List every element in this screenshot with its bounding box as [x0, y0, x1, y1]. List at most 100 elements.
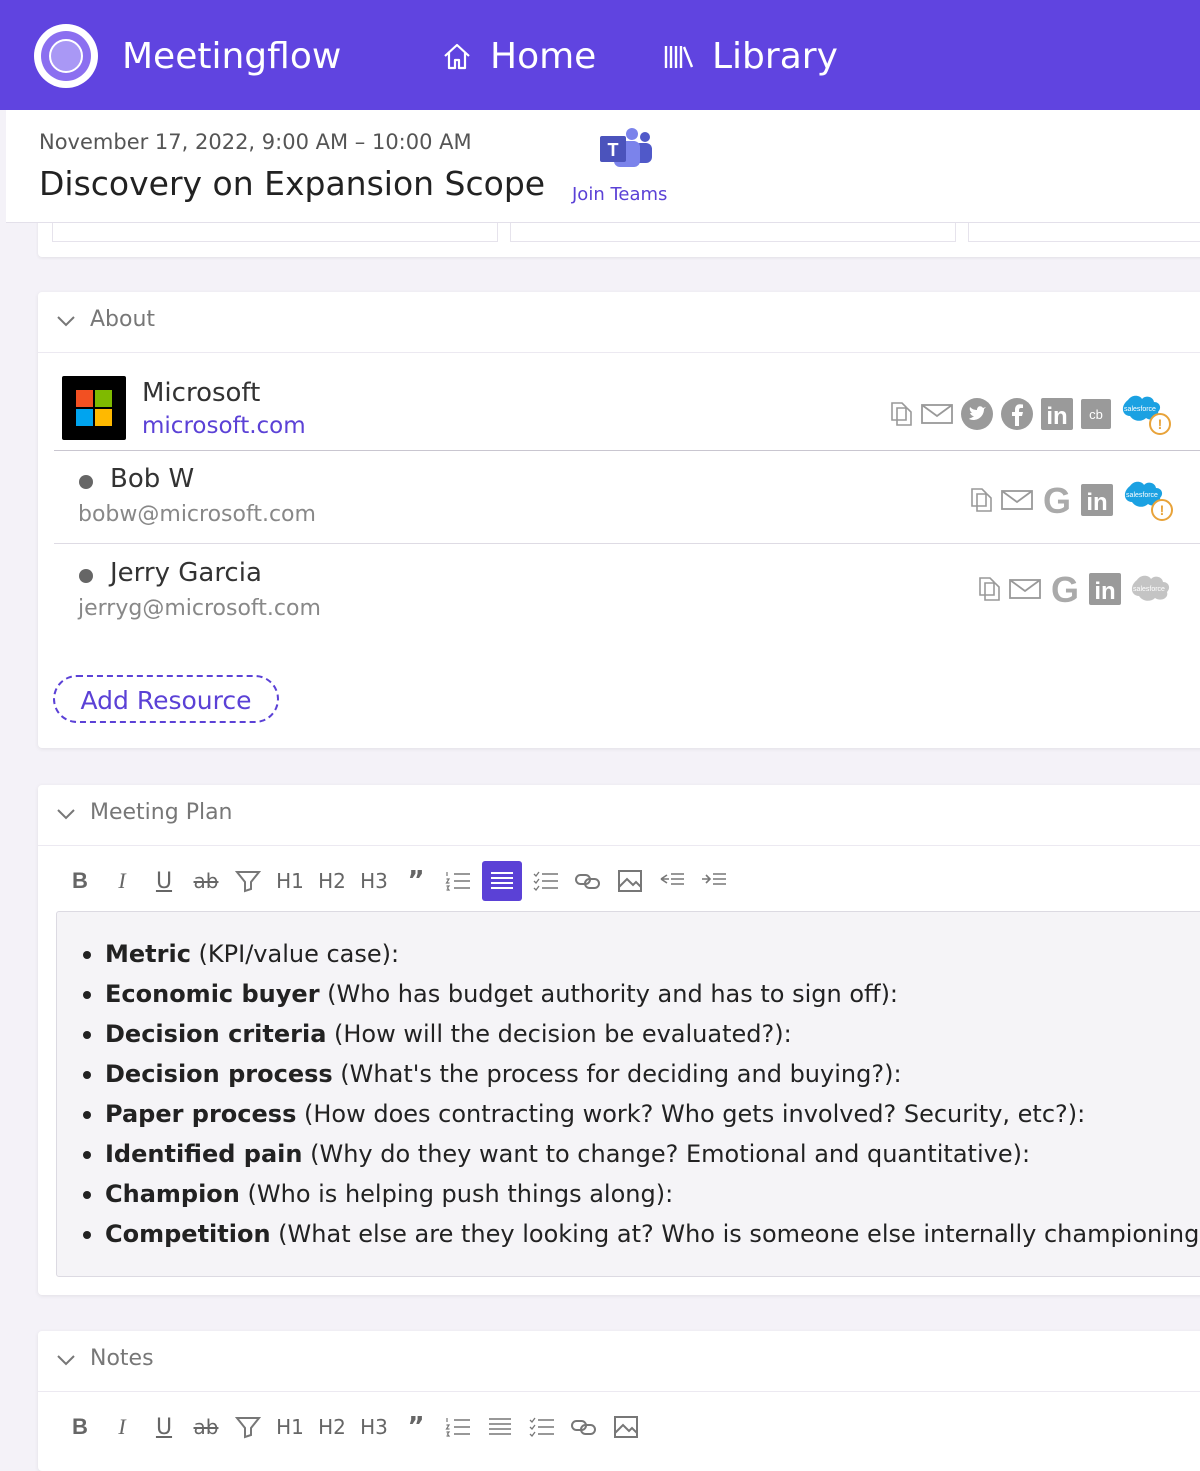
- company-domain-link[interactable]: microsoft.com: [142, 413, 306, 439]
- email-icon[interactable]: [1000, 488, 1034, 512]
- chevron-down-icon[interactable]: [56, 314, 76, 328]
- company-name: Microsoft: [142, 378, 261, 408]
- google-icon[interactable]: G: [1040, 483, 1074, 517]
- underline-button[interactable]: U: [146, 1407, 182, 1447]
- meeting-plan-header[interactable]: Meeting Plan: [38, 785, 1200, 846]
- nav-home-link[interactable]: Home: [440, 32, 596, 82]
- highlight-button[interactable]: [230, 861, 266, 901]
- list-item-desc: (Who is helping push things along):: [239, 1180, 674, 1208]
- bold-button[interactable]: B: [62, 861, 98, 901]
- chevron-down-icon[interactable]: [56, 807, 76, 821]
- status-dot: [79, 569, 93, 583]
- linkedin-icon[interactable]: in: [1088, 572, 1122, 606]
- numbered-list-icon: [445, 872, 470, 891]
- image-icon: [614, 1416, 638, 1438]
- salesforce-warning-icon[interactable]: salesforce!: [1118, 392, 1174, 436]
- email-icon[interactable]: [920, 402, 954, 426]
- list-item: Economic buyer (Who has budget authority…: [83, 974, 1200, 1014]
- facebook-icon[interactable]: [1000, 397, 1034, 431]
- copy-icon[interactable]: [888, 400, 914, 428]
- blockquote-button[interactable]: ”: [398, 1407, 434, 1447]
- svg-text:!: !: [1160, 502, 1165, 518]
- list-item-term: Competition: [105, 1220, 271, 1248]
- teams-icon[interactable]: T: [596, 126, 656, 170]
- list-item-term: Identified pain: [105, 1140, 303, 1168]
- image-button[interactable]: [608, 1407, 644, 1447]
- italic-button[interactable]: I: [104, 1407, 140, 1447]
- link-button[interactable]: [566, 1407, 602, 1447]
- numbered-list-button[interactable]: [440, 1407, 476, 1447]
- meetingflow-logo-icon[interactable]: [34, 24, 98, 88]
- heading3-button[interactable]: H3: [356, 861, 392, 901]
- link-button[interactable]: [570, 861, 606, 901]
- person-icon-row: G in salesforce: [976, 572, 1180, 606]
- company-icon-row: in cb salesforce!: [888, 392, 1180, 436]
- linkedin-icon[interactable]: in: [1080, 483, 1114, 517]
- image-button[interactable]: [612, 861, 648, 901]
- meeting-plan-editor[interactable]: Metric (KPI/value case): Economic buyer …: [56, 911, 1200, 1277]
- email-icon[interactable]: [1008, 577, 1042, 601]
- add-resource-button[interactable]: Add Resource: [53, 675, 279, 723]
- list-item-desc: (Who has budget authority and has to sig…: [319, 980, 899, 1008]
- crunchbase-icon[interactable]: cb: [1080, 398, 1112, 430]
- about-header[interactable]: About: [38, 292, 1200, 353]
- notes-header[interactable]: Notes: [38, 1331, 1200, 1392]
- bullet-list-icon: [489, 1418, 511, 1435]
- heading2-button[interactable]: H2: [314, 1407, 350, 1447]
- list-item-term: Decision criteria: [105, 1020, 327, 1048]
- heading2-button[interactable]: H2: [314, 861, 350, 901]
- meeting-plan-card: Meeting Plan B I U ab H1 H2 H3 ” Metric …: [38, 785, 1200, 1295]
- svg-text:salesforce: salesforce: [1126, 492, 1158, 499]
- microsoft-logo-icon: [62, 376, 126, 440]
- copy-icon[interactable]: [976, 575, 1002, 603]
- twitter-icon[interactable]: [960, 397, 994, 431]
- svg-text:G: G: [1051, 572, 1079, 606]
- about-title: About: [90, 307, 156, 332]
- editor-toolbar: B I U ab H1 H2 H3 ”: [62, 861, 738, 901]
- highlight-button[interactable]: [230, 1407, 266, 1447]
- app-name[interactable]: Meetingflow: [122, 32, 341, 82]
- google-icon[interactable]: G: [1048, 572, 1082, 606]
- outdent-button[interactable]: [654, 861, 690, 901]
- italic-button[interactable]: I: [104, 861, 140, 901]
- salesforce-warning-icon[interactable]: salesforce!: [1120, 478, 1176, 522]
- nav-library-link[interactable]: Library: [662, 32, 838, 82]
- list-item-desc: (Why do they want to change? Emotional a…: [302, 1140, 1031, 1168]
- linkedin-icon[interactable]: in: [1040, 397, 1074, 431]
- bullet-list-button[interactable]: [482, 861, 522, 901]
- strikethrough-button[interactable]: ab: [188, 861, 224, 901]
- heading1-button[interactable]: H1: [272, 861, 308, 901]
- join-teams-link[interactable]: Join Teams: [572, 184, 667, 205]
- list-item: Decision criteria (How will the decision…: [83, 1014, 1200, 1054]
- blockquote-button[interactable]: ”: [398, 861, 434, 901]
- person-email: jerryg@microsoft.com: [78, 596, 321, 621]
- list-item: Decision process (What's the process for…: [83, 1054, 1200, 1094]
- copy-icon[interactable]: [968, 486, 994, 514]
- chevron-down-icon[interactable]: [56, 1353, 76, 1367]
- salesforce-icon[interactable]: salesforce: [1128, 572, 1174, 606]
- indent-button[interactable]: [696, 861, 732, 901]
- checklist-button[interactable]: [524, 1407, 560, 1447]
- bold-button[interactable]: B: [62, 1407, 98, 1447]
- library-icon: [664, 46, 694, 68]
- status-dot: [79, 475, 93, 489]
- list-item: Paper process (How does contracting work…: [83, 1094, 1200, 1134]
- heading1-button[interactable]: H1: [272, 1407, 308, 1447]
- underline-button[interactable]: U: [146, 861, 182, 901]
- home-icon: [444, 43, 470, 70]
- bullet-list-button[interactable]: [482, 1407, 518, 1447]
- highlighter-icon: [235, 871, 261, 893]
- svg-text:!: !: [1158, 416, 1163, 432]
- list-item: Identified pain (Why do they want to cha…: [83, 1134, 1200, 1174]
- list-item-desc: (What's the process for deciding and buy…: [332, 1060, 902, 1088]
- heading3-button[interactable]: H3: [356, 1407, 392, 1447]
- notes-card: Notes B I U ab H1 H2 H3 ”: [38, 1331, 1200, 1471]
- svg-text:G: G: [1043, 483, 1071, 517]
- strikethrough-button[interactable]: ab: [188, 1407, 224, 1447]
- person-name: Bob W: [110, 464, 195, 494]
- numbered-list-button[interactable]: [440, 861, 476, 901]
- about-card: About Microsoft microsoft.com in cb sale…: [38, 292, 1200, 748]
- checklist-button[interactable]: [528, 861, 564, 901]
- list-item-term: Decision process: [105, 1060, 333, 1088]
- notes-title: Notes: [90, 1346, 154, 1371]
